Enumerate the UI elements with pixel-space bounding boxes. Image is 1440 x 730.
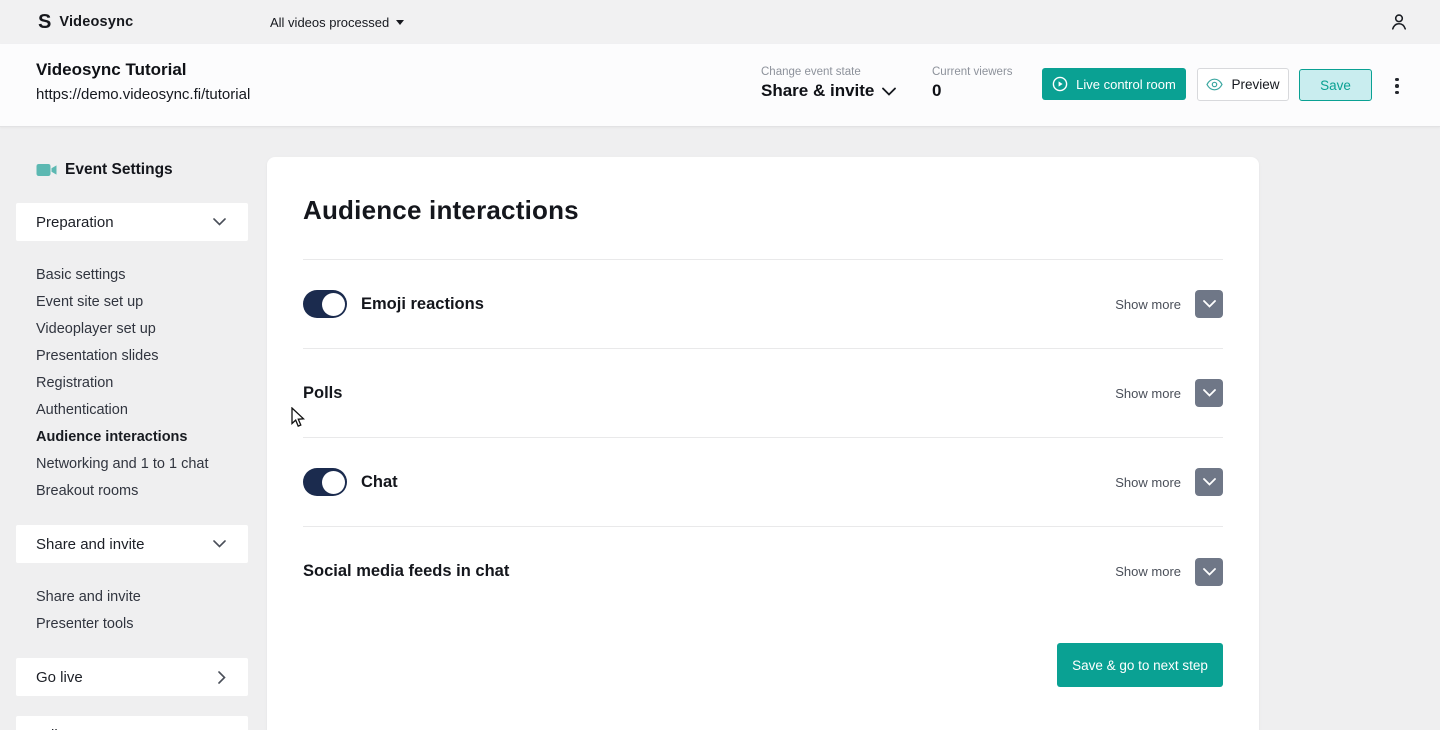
sidebar-item-basic-settings[interactable]: Basic settings: [16, 262, 248, 289]
videos-status-dropdown[interactable]: All videos processed: [270, 14, 405, 30]
section-label: Edit: [36, 727, 62, 730]
setting-row-emoji-reactions: Emoji reactions Show more: [303, 260, 1223, 349]
brand[interactable]: S Videosync: [38, 12, 133, 32]
sidebar-item-breakout-rooms[interactable]: Breakout rooms: [16, 478, 248, 505]
expand-button[interactable]: [1195, 468, 1223, 496]
save-label: Save: [1320, 77, 1351, 93]
chevron-right-icon: [218, 670, 226, 684]
save-button[interactable]: Save: [1299, 69, 1372, 101]
toggle-switch-chat[interactable]: [303, 468, 347, 496]
show-more-link[interactable]: Show more: [1115, 386, 1181, 401]
toggle-knob: [321, 292, 345, 316]
setting-row-chat: Chat Show more: [303, 438, 1223, 527]
setting-label: Chat: [361, 472, 398, 491]
page-title: Videosync Tutorial: [36, 60, 187, 79]
event-state-dropdown[interactable]: Share & invite: [761, 81, 897, 101]
setting-label: Social media feeds in chat: [303, 562, 510, 580]
sidebar-item-presenter-tools[interactable]: Presenter tools: [16, 611, 248, 638]
settings-rows: Emoji reactions Show more Polls Show more Ch…: [303, 259, 1223, 616]
expand-button[interactable]: [1195, 557, 1223, 586]
show-more-link[interactable]: Show more: [1115, 297, 1181, 312]
save-next-step-button[interactable]: Save & go to next step: [1057, 643, 1223, 687]
user-profile-icon[interactable]: [1388, 11, 1410, 33]
event-header: Videosync Tutorial https://demo.videosyn…: [0, 44, 1440, 127]
current-viewers-label: Current viewers: [932, 66, 1013, 78]
app-window: S Videosync All videos processed Videosy…: [0, 0, 1440, 730]
section-label: Share and invite: [36, 535, 145, 553]
sidebar-item-networking-and-1-to-1-chat[interactable]: Networking and 1 to 1 chat: [16, 451, 248, 478]
expand-button[interactable]: [1195, 379, 1223, 407]
preview-label: Preview: [1231, 77, 1280, 92]
event-settings-label: Event Settings: [65, 161, 173, 178]
setting-row-polls: Polls Show more: [303, 349, 1223, 438]
event-url[interactable]: https://demo.videosync.fi/tutorial: [36, 86, 250, 103]
chevron-down-icon: [213, 540, 226, 548]
event-state-value: Share & invite: [761, 81, 875, 100]
brand-name: Videosync: [59, 14, 134, 30]
show-more-link[interactable]: Show more: [1115, 564, 1181, 579]
section-label: Go live: [36, 668, 83, 686]
current-viewers-count: 0: [932, 81, 942, 100]
sidebar: Event Settings Preparation Basic settings…: [16, 157, 248, 730]
setting-row-social-media-feeds-in-chat: Social media feeds in chat Show more: [303, 527, 1223, 616]
event-state-label: Change event state: [761, 66, 861, 78]
chevron-down-icon: [213, 218, 226, 226]
sidebar-item-registration[interactable]: Registration: [16, 370, 248, 397]
videosync-logo-icon: S: [38, 11, 52, 33]
card-actions: Save & go to next step: [303, 643, 1223, 687]
play-circle-icon: [1052, 76, 1068, 92]
sidebar-item-videoplayer-set-up[interactable]: Videoplayer set up: [16, 316, 248, 343]
top-bar: S Videosync All videos processed: [0, 0, 1440, 44]
preview-button[interactable]: Preview: [1197, 68, 1289, 101]
section-heading: Audience interactions: [303, 195, 579, 225]
sidebar-item-event-site-set-up[interactable]: Event site set up: [16, 289, 248, 316]
sidebar-section-preparation[interactable]: Preparation: [16, 203, 248, 241]
sidebar-section-share-and-invite[interactable]: Share and invite: [16, 525, 248, 563]
expand-button[interactable]: [1195, 290, 1223, 318]
setting-label: Emoji reactions: [361, 294, 484, 313]
sidebar-item-authentication[interactable]: Authentication: [16, 397, 248, 424]
sidebar-item-share-and-invite[interactable]: Share and invite: [16, 584, 248, 611]
more-options-kebab-icon[interactable]: [1390, 74, 1404, 98]
sidebar-sections: Preparation Basic settings Event site set …: [16, 203, 248, 730]
sidebar-item-list: Share and invite Presenter tools: [16, 584, 248, 638]
sidebar-item-list: Basic settings Event site set up Videoplay…: [16, 262, 248, 505]
chevron-down-icon: [882, 87, 897, 96]
eye-icon: [1206, 78, 1224, 91]
sidebar-item-audience-interactions[interactable]: Audience interactions: [16, 424, 248, 451]
sidebar-section-go-live[interactable]: Go live: [16, 658, 248, 696]
main-panel: Audience interactions Emoji reactions Sho…: [267, 157, 1259, 730]
sidebar-item-presentation-slides[interactable]: Presentation slides: [16, 343, 248, 370]
section-label: Preparation: [36, 213, 114, 231]
show-more-link[interactable]: Show more: [1115, 475, 1181, 490]
live-control-room-label: Live control room: [1076, 76, 1176, 92]
videos-status-label: All videos processed: [270, 14, 390, 30]
toggle-switch-emoji-reactions[interactable]: [303, 290, 347, 318]
event-settings-title: Event Settings: [16, 157, 248, 183]
toggle-knob: [321, 470, 345, 494]
video-camera-icon: [36, 164, 57, 176]
caret-down-icon: [396, 19, 405, 25]
sidebar-section-edit[interactable]: Edit: [16, 716, 248, 730]
setting-label: Polls: [303, 383, 343, 402]
live-control-room-button[interactable]: Live control room: [1042, 68, 1186, 100]
